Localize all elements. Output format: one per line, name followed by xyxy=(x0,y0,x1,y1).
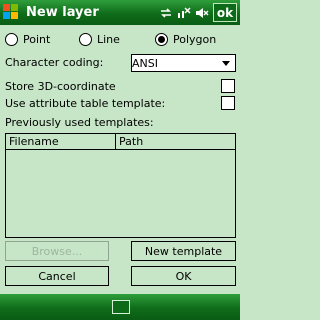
column-header-filename[interactable]: Filename xyxy=(6,134,116,149)
radio-point[interactable]: Point xyxy=(5,33,50,46)
connectivity-icon[interactable] xyxy=(159,6,173,20)
cancel-button[interactable]: Cancel xyxy=(5,266,109,286)
title-ok-button[interactable]: ok xyxy=(213,3,237,22)
table-header: Filename Path xyxy=(6,134,235,150)
attribute-template-checkbox[interactable] xyxy=(221,96,235,110)
volume-mute-icon[interactable] xyxy=(195,6,209,20)
window-title: New layer xyxy=(26,5,99,20)
previous-templates-label: Previously used templates: xyxy=(5,116,154,129)
radio-circle xyxy=(79,33,92,46)
new-template-button[interactable]: New template xyxy=(131,241,236,261)
keyboard-icon[interactable] xyxy=(112,300,130,314)
attribute-template-label: Use attribute table template: xyxy=(5,97,166,110)
character-coding-label: Character coding: xyxy=(5,56,104,69)
geometry-type-group: Point Line Polygon xyxy=(0,33,240,49)
character-coding-select[interactable]: ANSI xyxy=(131,54,236,72)
store-3d-label: Store 3D-coordinate xyxy=(5,80,116,93)
column-header-path[interactable]: Path xyxy=(116,134,143,149)
windows-start-icon[interactable] xyxy=(3,3,21,22)
bottom-bar xyxy=(0,294,240,320)
radio-circle xyxy=(5,33,18,46)
signal-off-icon[interactable] xyxy=(177,6,191,20)
chevron-down-icon xyxy=(222,60,230,66)
radio-polygon[interactable]: Polygon xyxy=(155,33,216,46)
radio-line[interactable]: Line xyxy=(79,33,120,46)
store-3d-checkbox[interactable] xyxy=(221,79,235,93)
radio-circle-selected xyxy=(155,33,168,46)
ok-button[interactable]: OK xyxy=(131,266,236,286)
browse-button[interactable]: Browse... xyxy=(5,241,109,261)
title-bar: New layer ok xyxy=(0,0,240,25)
templates-table[interactable]: Filename Path xyxy=(5,133,236,238)
